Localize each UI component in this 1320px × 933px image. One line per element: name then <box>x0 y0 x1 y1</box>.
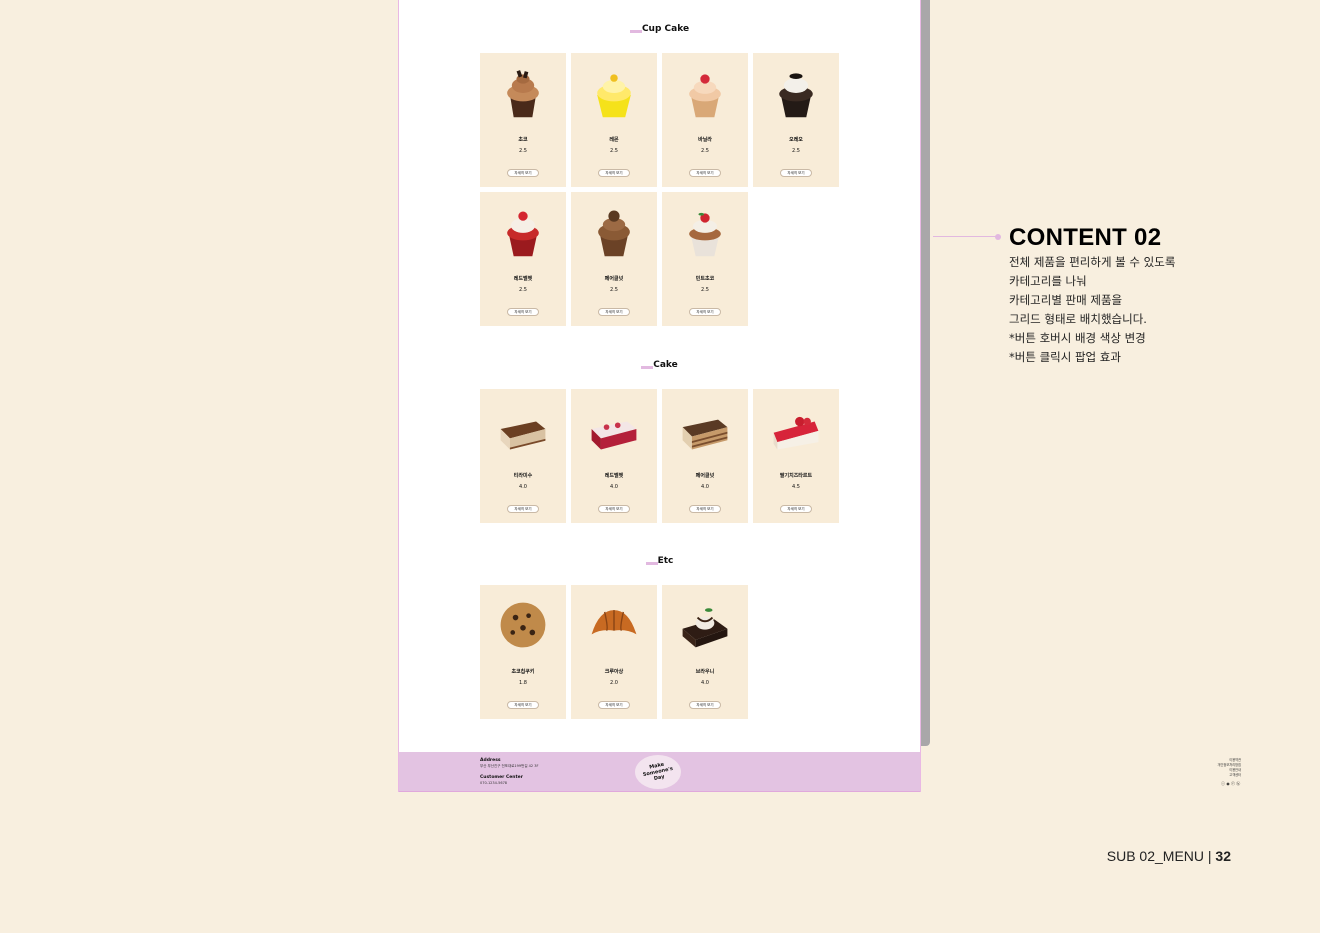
detail-button[interactable]: 자세히 보기 <box>507 701 539 709</box>
red-velvet-cake-image <box>591 421 637 450</box>
product-price: 4.5 <box>792 484 800 490</box>
product-price: 2.5 <box>519 287 527 293</box>
product-name: 레몬 <box>609 137 619 143</box>
detail-button[interactable]: 자세히 보기 <box>598 169 630 177</box>
detail-button[interactable]: 자세히 보기 <box>780 505 812 513</box>
product-card: 레드벨벳 4.0 자세히 보기 <box>571 389 657 523</box>
product-name: 바닐라 <box>698 137 712 143</box>
detail-button[interactable]: 자세히 보기 <box>598 308 630 316</box>
annotation-line: 전체 제품을 편리하게 볼 수 있도록 <box>1009 255 1176 269</box>
sns-icons[interactable]: ⓘ ◉ ⓕ ⓑ <box>1221 781 1240 787</box>
product-card: 티라미수 4.0 자세히 보기 <box>480 389 566 523</box>
annotation-line: 카테고리를 나눠 <box>1009 274 1087 288</box>
product-price: 2.5 <box>519 148 527 154</box>
annotation-dot <box>995 234 1001 240</box>
detail-button[interactable]: 자세히 보기 <box>689 505 721 513</box>
product-price: 2.0 <box>610 680 618 686</box>
lemon-cupcake-image <box>597 74 631 118</box>
product-card: 브라우니 4.0 자세히 보기 <box>662 585 748 719</box>
product-name: 초코칩쿠키 <box>511 669 535 675</box>
annotation-description: 전체 제품을 편리하게 볼 수 있도록 카테고리를 나눠 카테고리별 판매 제품… <box>1009 253 1175 367</box>
page-number: 32 <box>1215 848 1231 864</box>
detail-button[interactable]: 자세히 보기 <box>598 505 630 513</box>
product-name: 브라우니 <box>695 669 715 675</box>
product-name: 민트초코 <box>695 276 715 282</box>
site-footer: Address 부산 부산진구 전포대로199번길 42 3F Customer… <box>399 752 1241 792</box>
detail-button[interactable]: 자세히 보기 <box>507 169 539 177</box>
detail-button[interactable]: 자세히 보기 <box>780 169 812 177</box>
footer-logo[interactable]: Make Someone's Day <box>635 755 681 789</box>
product-card: 딸기치즈타르트 4.5 자세히 보기 <box>753 389 839 523</box>
product-name: 티라미수 <box>513 473 533 479</box>
pecan-cake-image <box>682 419 728 450</box>
product-price: 4.0 <box>610 484 618 490</box>
product-price: 2.5 <box>701 148 709 154</box>
product-name: 오레오 <box>789 137 803 143</box>
product-name: 초코 <box>518 137 528 143</box>
vanilla-cupcake-image <box>689 74 721 118</box>
detail-button[interactable]: 자세히 보기 <box>507 505 539 513</box>
annotation-title: CONTENT 02 <box>1009 224 1162 251</box>
annotation-line: 카테고리별 판매 제품을 <box>1009 293 1123 307</box>
product-card: 레몬 2.5 자세히 보기 <box>571 53 657 187</box>
product-card: 크루아상 2.0 자세히 보기 <box>571 585 657 719</box>
product-card: 초코칩쿠키 1.8 자세히 보기 <box>480 585 566 719</box>
product-name: 레드벨벳 <box>513 276 533 282</box>
tiramisu-image <box>500 421 546 450</box>
footer-links: 이용약관 개인정보처리방침 이용안내 고객센터 <box>1207 758 1241 778</box>
product-price: 2.5 <box>610 287 618 293</box>
footer-link-support[interactable]: 고객센터 <box>1207 773 1241 778</box>
product-name: 페어클넛 <box>695 473 715 479</box>
brownie-image <box>682 608 728 648</box>
product-name: 딸기치즈타르트 <box>779 473 813 479</box>
product-price: 4.0 <box>519 484 527 490</box>
product-card: 바닐라 2.5 자세히 보기 <box>662 53 748 187</box>
strawberry-cheese-tart-image <box>773 416 819 450</box>
product-name: 페어클넛 <box>604 276 624 282</box>
red-velvet-cupcake-image <box>507 211 539 257</box>
etc-section-title: Etc <box>399 556 920 566</box>
page-shadow <box>921 0 930 746</box>
product-card: 민트초코 2.5 자세히 보기 <box>662 192 748 326</box>
choco-chip-cookie-image <box>500 602 546 648</box>
detail-button[interactable]: 자세히 보기 <box>689 701 721 709</box>
annotation-leader-line <box>933 236 997 237</box>
detail-button[interactable]: 자세히 보기 <box>689 308 721 316</box>
annotation-line: 그리드 형태로 배치했습니다. <box>1009 312 1147 326</box>
product-price: 2.5 <box>610 148 618 154</box>
customer-center-label: Customer Center <box>480 775 523 780</box>
product-card: 오레오 2.5 자세히 보기 <box>753 53 839 187</box>
product-card: 레드벨벳 2.5 자세히 보기 <box>480 192 566 326</box>
customer-center-phone: 070-1234-5678 <box>480 781 508 785</box>
cake-section-title: Cake <box>399 360 920 370</box>
product-card: 페어클넛 2.5 자세히 보기 <box>571 192 657 326</box>
oreo-cupcake-image <box>779 73 813 118</box>
product-price: 4.0 <box>701 680 709 686</box>
address-text: 부산 부산진구 전포대로199번길 42 3F <box>480 764 539 768</box>
address-label: Address <box>480 758 501 763</box>
product-price: 1.8 <box>519 680 527 686</box>
cupcake-section-title: Cup Cake <box>399 24 920 34</box>
detail-button[interactable]: 자세히 보기 <box>598 701 630 709</box>
choco-cupcake-image <box>507 70 539 118</box>
annotation-line: *버튼 호버시 배경 색상 변경 <box>1009 331 1146 345</box>
menu-page-mockup: Cup Cake 초코 2.5 자세히 보기 레몬 2.5 자세히 보기 바닐라… <box>398 0 1241 792</box>
product-card: 초코 2.5 자세히 보기 <box>480 53 566 187</box>
page-label: SUB 02_MENU | 32 <box>1106 848 1231 864</box>
product-price: 4.0 <box>701 484 709 490</box>
detail-button[interactable]: 자세히 보기 <box>507 308 539 316</box>
product-name: 레드벨벳 <box>604 473 624 479</box>
product-price: 2.5 <box>701 287 709 293</box>
product-name: 크루아상 <box>604 669 624 675</box>
pecan-cupcake-image <box>598 210 630 257</box>
annotation-line: *버튼 클릭시 팝업 효과 <box>1009 350 1121 364</box>
product-card: 페어클넛 4.0 자세히 보기 <box>662 389 748 523</box>
product-price: 2.5 <box>792 148 800 154</box>
mint-choco-cupcake-image <box>689 212 721 257</box>
croissant-image <box>591 610 637 635</box>
detail-button[interactable]: 자세히 보기 <box>689 169 721 177</box>
